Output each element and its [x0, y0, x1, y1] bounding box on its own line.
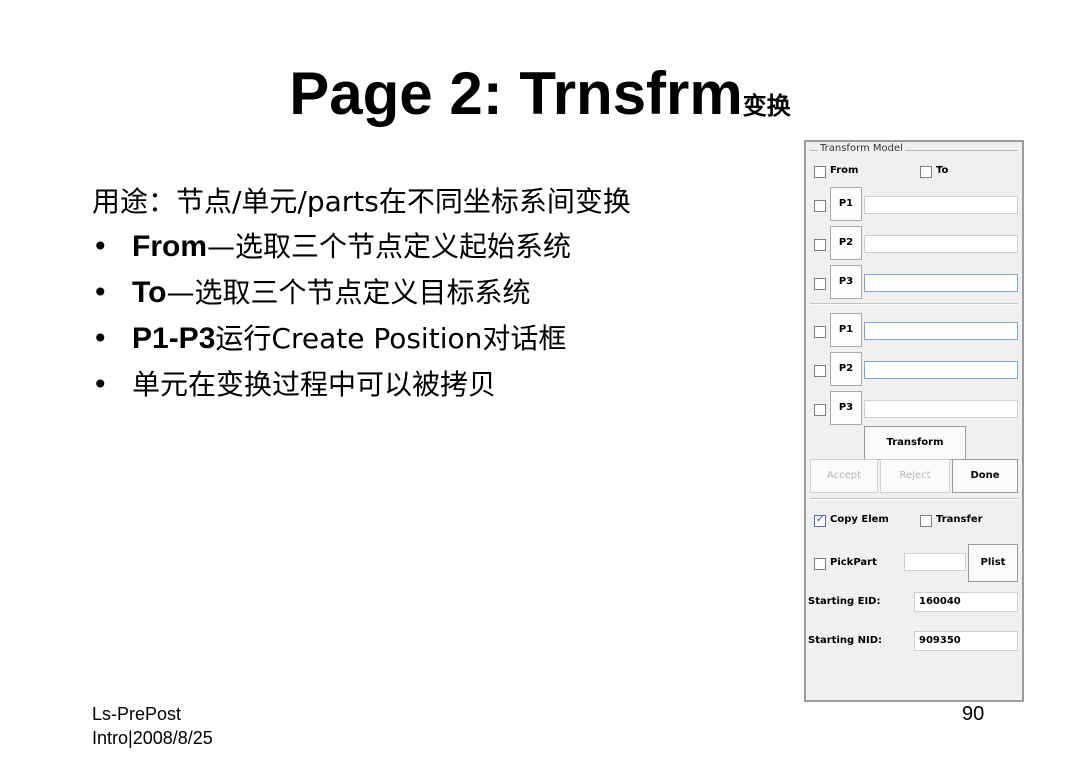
- starting-eid-label: Starting EID:: [808, 596, 881, 607]
- bullet-dot: •: [92, 230, 109, 263]
- to-p3-checkbox[interactable]: [814, 404, 826, 416]
- bullet-keyword: P1-P3: [132, 322, 216, 355]
- starting-nid-field[interactable]: 909350: [914, 631, 1018, 651]
- divider: [810, 498, 1018, 500]
- intro-line: 用途：节点/单元/parts在不同坐标系间变换: [92, 185, 631, 218]
- group-title: Transform Model: [818, 143, 905, 154]
- from-p1-button[interactable]: P1: [830, 187, 862, 221]
- slide-title: Page 2: Trnsfrm变换: [0, 58, 1080, 142]
- copy-elem-label: Copy Elem: [830, 514, 889, 525]
- pickpart-label: PickPart: [830, 557, 877, 568]
- from-checkbox[interactable]: [814, 166, 826, 178]
- bullet-keyword: To: [132, 276, 167, 309]
- to-p1-checkbox[interactable]: [814, 326, 826, 338]
- footer-line: Intro|2008/8/25: [92, 728, 213, 748]
- pickpart-field[interactable]: [904, 553, 966, 571]
- from-label: From: [830, 165, 859, 176]
- from-p2-field[interactable]: [864, 235, 1018, 253]
- bullet-text: —选取三个节点定义目标系统: [166, 276, 531, 309]
- footer: Ls-PrePost Intro|2008/8/25: [92, 702, 213, 750]
- footer-line: Ls-PrePost: [92, 704, 182, 724]
- from-p1-field[interactable]: [864, 196, 1018, 214]
- reject-button[interactable]: Reject: [880, 459, 950, 493]
- bullet-item: • From—选取三个节点定义起始系统: [92, 224, 631, 270]
- starting-eid-field[interactable]: 160040: [914, 592, 1018, 612]
- transform-button[interactable]: Transform: [864, 426, 966, 460]
- bullet-text: —选取三个节点定义起始系统: [207, 230, 572, 263]
- divider: [810, 303, 1018, 305]
- pickpart-checkbox[interactable]: [814, 558, 826, 570]
- from-p3-field[interactable]: [864, 274, 1018, 292]
- from-p3-checkbox[interactable]: [814, 278, 826, 290]
- to-p2-checkbox[interactable]: [814, 365, 826, 377]
- done-button[interactable]: Done: [952, 459, 1018, 493]
- to-p3-button[interactable]: P3: [830, 391, 862, 425]
- bullet-item: • To—选取三个节点定义目标系统: [92, 270, 631, 316]
- page-number: 90: [962, 703, 985, 725]
- to-p1-field[interactable]: [864, 322, 1018, 340]
- to-p3-field[interactable]: [864, 400, 1018, 418]
- to-checkbox[interactable]: [920, 166, 932, 178]
- copy-elem-checkbox[interactable]: [814, 514, 826, 527]
- transfer-checkbox[interactable]: [920, 515, 932, 527]
- bullet-text: 运行Create Position对话框: [215, 322, 567, 355]
- bullet-item: • 单元在变换过程中可以被拷贝: [92, 362, 631, 408]
- bullet-dot: •: [92, 368, 109, 401]
- bullet-item: • P1-P3运行Create Position对话框: [92, 316, 631, 362]
- to-p2-button[interactable]: P2: [830, 352, 862, 386]
- slide-body: 用途：节点/单元/parts在不同坐标系间变换 • From—选取三个节点定义起始…: [92, 180, 631, 408]
- bullet-keyword: From: [132, 230, 207, 263]
- to-p1-button[interactable]: P1: [830, 313, 862, 347]
- bullet-dot: •: [92, 276, 109, 309]
- starting-nid-label: Starting NID:: [808, 635, 883, 646]
- accept-button[interactable]: Accept: [810, 459, 878, 493]
- transfer-label: Transfer: [936, 514, 983, 525]
- title-text: Page 2: Trnsfrm: [289, 60, 743, 127]
- from-p2-button[interactable]: P2: [830, 226, 862, 260]
- from-p2-checkbox[interactable]: [814, 239, 826, 251]
- to-label: To: [936, 165, 949, 176]
- from-p1-checkbox[interactable]: [814, 200, 826, 212]
- bullet-text: 单元在变换过程中可以被拷贝: [132, 368, 497, 401]
- title-suffix: 变换: [742, 92, 791, 120]
- bullet-dot: •: [92, 322, 109, 355]
- from-p3-button[interactable]: P3: [830, 265, 862, 299]
- plist-button[interactable]: Plist: [968, 544, 1018, 582]
- transform-model-panel: Transform Model From To P1 P2 P3 P1 P2 P…: [804, 140, 1024, 702]
- to-p2-field[interactable]: [864, 361, 1018, 379]
